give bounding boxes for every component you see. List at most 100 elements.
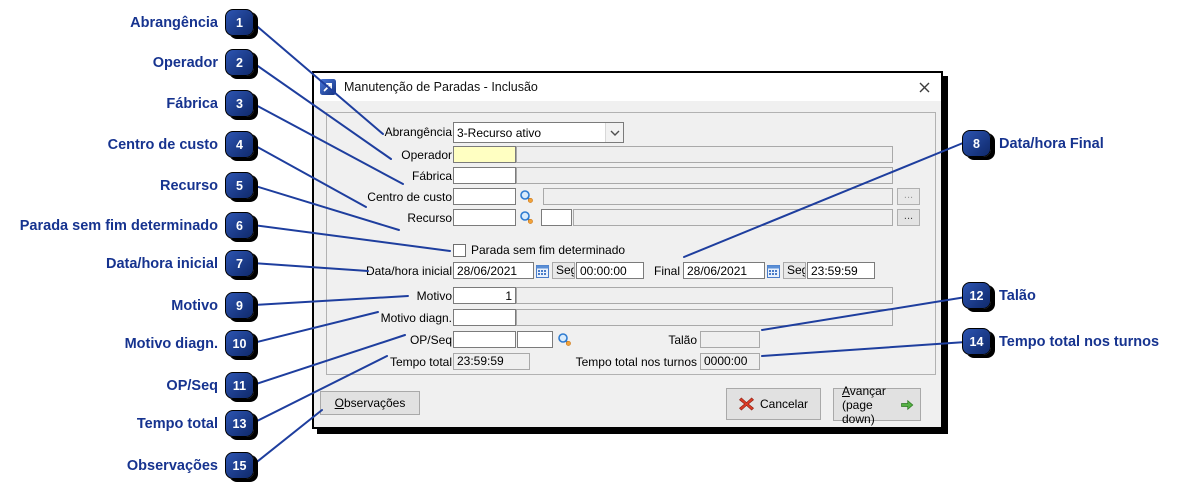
calendar-icon[interactable] — [535, 262, 550, 279]
callout-label: Abrangência — [130, 14, 218, 31]
callout-label: Motivo — [171, 297, 218, 314]
callout-data-hora-final: 8 Data/hora Final — [962, 130, 1104, 157]
app-icon — [320, 79, 336, 95]
fabrica-description-field — [516, 167, 893, 184]
cancelar-button-label: Cancelar — [759, 397, 809, 411]
callout-motivo: Motivo 9 — [0, 292, 254, 319]
centro-de-custo-search-icon[interactable] — [518, 188, 535, 205]
callout-label: Talão — [999, 287, 1036, 304]
fabrica-input[interactable] — [453, 167, 516, 184]
callout-label: Data/hora inicial — [105, 255, 218, 272]
avancar-button-sublabel: (page down) — [842, 397, 875, 426]
callout-badge: 14 — [962, 328, 991, 355]
avancar-button[interactable]: Avançar (page down) — [833, 384, 921, 426]
callout-centro-de-custo: Centro de custo 4 — [0, 131, 254, 158]
recurso-code-input[interactable] — [541, 209, 572, 226]
weekday-final-field: Seg — [783, 262, 806, 279]
abrangencia-selected-value: 3-Recurso ativo — [457, 125, 542, 140]
callout-data-hora-inicial: Data/hora inicial 7 — [0, 250, 254, 277]
callout-operador: Operador 2 — [0, 49, 254, 76]
fabrica-label: Fábrica — [411, 169, 452, 183]
recurso-ellipsis-button[interactable]: ... — [897, 209, 920, 226]
callout-badge: 6 — [225, 212, 254, 239]
callout-abrangencia: Abrangência 1 — [0, 9, 254, 36]
callout-parada-sem-fim: Parada sem fim determinado 6 — [0, 212, 254, 239]
observacoes-button-label: bservações — [343, 396, 406, 410]
callout-badge: 15 — [225, 452, 254, 479]
callout-op-seq: OP/Seq 11 — [0, 372, 254, 399]
op-seq-search-icon[interactable] — [556, 331, 573, 348]
parada-sem-fim-checkbox[interactable] — [453, 244, 466, 257]
cancelar-button[interactable]: Cancelar — [726, 388, 821, 420]
recurso-description-field — [573, 209, 893, 226]
callout-badge: 9 — [225, 292, 254, 319]
observacoes-button-mnemonic: O — [334, 396, 344, 410]
operador-description-field — [516, 146, 893, 163]
avancar-button-mnemonic: A — [842, 383, 850, 398]
hora-final-input[interactable] — [807, 262, 875, 279]
op-seq-label: OP/Seq — [409, 333, 452, 347]
callout-label: Tempo total — [136, 415, 218, 432]
tempo-total-turnos-label: Tempo total nos turnos — [575, 355, 697, 369]
callout-badge: 2 — [225, 49, 254, 76]
cancel-x-icon — [738, 397, 754, 411]
callout-label: Recurso — [159, 177, 218, 194]
callout-badge: 10 — [225, 330, 254, 357]
advance-arrow-icon — [901, 399, 914, 410]
dialog-manutencao-de-paradas: Manutenção de Paradas - Inclusão Abrangê… — [312, 71, 943, 429]
centro-de-custo-label: Centro de custo — [367, 190, 452, 204]
tempo-total-turnos-field: 0000:00 — [700, 353, 760, 370]
callout-badge: 7 — [225, 250, 254, 277]
callout-label: Motivo diagn. — [124, 335, 218, 352]
dialog-titlebar[interactable]: Manutenção de Paradas - Inclusão — [314, 73, 941, 101]
centro-de-custo-description-field — [543, 188, 893, 205]
motivo-diagn-label: Motivo diagn. — [380, 311, 452, 325]
callout-fabrica: Fábrica 3 — [0, 90, 254, 117]
data-final-input[interactable] — [683, 262, 765, 279]
callout-label: Parada sem fim determinado — [19, 217, 218, 234]
tempo-total-label: Tempo total — [389, 355, 452, 369]
screenshot-root: Abrangência 1 Operador 2 Fábrica 3 Centro d… — [0, 0, 1184, 493]
parada-sem-fim-label: Parada sem fim determinado — [471, 243, 626, 257]
data-inicial-input[interactable] — [453, 262, 534, 279]
motivo-description-field — [516, 287, 893, 304]
recurso-input[interactable] — [453, 209, 516, 226]
seq-input[interactable] — [517, 331, 553, 348]
avancar-button-label: vançar — [849, 383, 886, 398]
data-hora-inicial-label: Data/hora inicial — [365, 264, 452, 278]
callout-badge: 5 — [225, 172, 254, 199]
callout-label: Data/hora Final — [999, 135, 1104, 152]
motivo-diagn-input[interactable] — [453, 309, 516, 326]
motivo-input[interactable] — [453, 287, 516, 304]
calendar-icon[interactable] — [766, 262, 781, 279]
callout-label: Fábrica — [166, 95, 218, 112]
callout-badge: 13 — [225, 410, 254, 437]
callout-label: Tempo total nos turnos — [999, 333, 1160, 350]
callout-badge: 11 — [225, 372, 254, 399]
chevron-down-icon[interactable] — [605, 123, 623, 142]
callout-motivo-diagn: Motivo diagn. 10 — [0, 330, 254, 357]
callout-label: Operador — [152, 54, 218, 71]
callout-badge: 3 — [225, 90, 254, 117]
motivo-label: Motivo — [416, 289, 452, 303]
op-input[interactable] — [453, 331, 516, 348]
observacoes-button[interactable]: Observações — [320, 391, 420, 415]
motivo-diagn-description-field — [516, 309, 893, 326]
callout-tempo-total-turnos: 14 Tempo total nos turnos — [962, 328, 1159, 355]
callout-badge: 12 — [962, 282, 991, 309]
tempo-total-field: 23:59:59 — [453, 353, 530, 370]
operador-input[interactable] — [453, 146, 516, 163]
dialog-title: Manutenção de Paradas - Inclusão — [344, 80, 538, 94]
hora-inicial-input[interactable] — [576, 262, 644, 279]
centro-de-custo-ellipsis-button[interactable]: ... — [897, 188, 920, 205]
callout-badge: 8 — [962, 130, 991, 157]
data-hora-final-label: Final — [653, 264, 680, 278]
centro-de-custo-input[interactable] — [453, 188, 516, 205]
talao-field — [700, 331, 760, 348]
close-icon[interactable] — [915, 78, 933, 96]
abrangencia-select[interactable]: 3-Recurso ativo — [453, 122, 624, 143]
recurso-search-icon[interactable] — [518, 209, 535, 226]
callout-tempo-total: Tempo total 13 — [0, 410, 254, 437]
talao-label: Talão — [668, 333, 697, 347]
callout-label: Observações — [126, 457, 218, 474]
